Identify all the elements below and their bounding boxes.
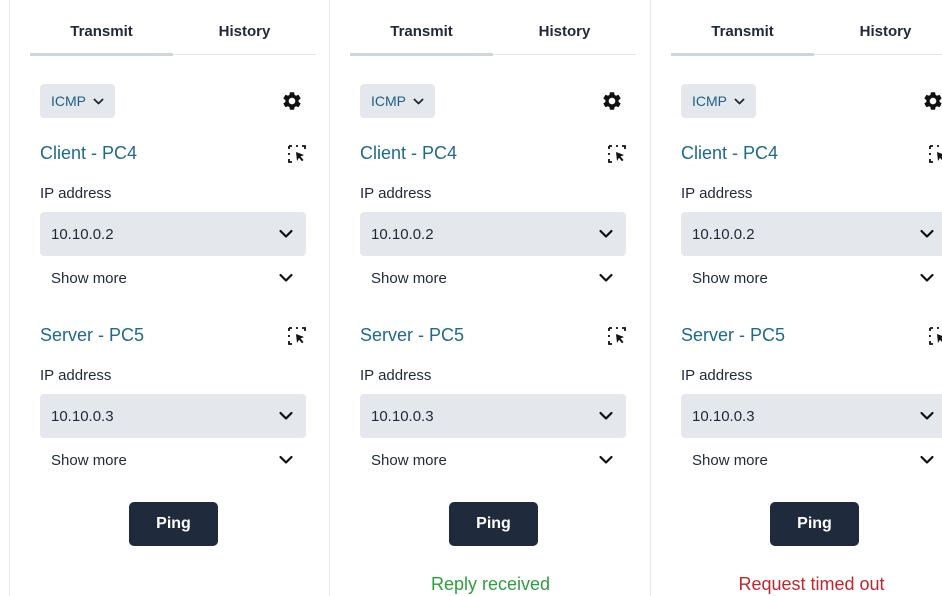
show-more-label: Show more	[371, 269, 447, 287]
show-more-label: Show more	[51, 269, 127, 287]
transmit-panel-1: Transmit History ICMP Client - PC4 IP ad…	[9, 0, 330, 596]
client-ip-value: 10.10.0.2	[51, 225, 114, 243]
ping-status: Request timed out	[738, 574, 885, 594]
tab-bar: Transmit History	[30, 14, 316, 56]
client-show-more[interactable]: Show more	[360, 262, 626, 294]
protocol-label: ICMP	[692, 93, 727, 109]
chevron-down-icon	[279, 273, 293, 282]
chevron-down-icon	[413, 98, 424, 104]
client-ip-label: IP address	[40, 185, 112, 202]
server-show-more[interactable]: Show more	[681, 444, 942, 476]
ping-button[interactable]: Ping	[449, 502, 538, 546]
show-more-label: Show more	[51, 451, 127, 469]
ping-status: Reply received	[430, 574, 551, 594]
protocol-dropdown[interactable]: ICMP	[681, 84, 756, 118]
server-title: Server - PC5	[40, 325, 145, 345]
server-ip-label: IP address	[40, 367, 112, 384]
server-show-more[interactable]: Show more	[40, 444, 306, 476]
client-title: Client - PC4	[681, 143, 779, 163]
protocol-dropdown[interactable]: ICMP	[360, 84, 435, 118]
chevron-down-icon	[599, 273, 613, 282]
show-more-label: Show more	[692, 269, 768, 287]
chevron-down-icon	[920, 273, 934, 282]
client-ip-label: IP address	[681, 185, 753, 202]
select-target-icon[interactable]	[287, 144, 307, 164]
transmit-panel-2: Transmit History ICMP Client - PC4 IP ad…	[330, 0, 651, 596]
tab-history[interactable]: History	[493, 14, 636, 54]
ping-button[interactable]: Ping	[770, 502, 859, 546]
chevron-down-icon	[279, 455, 293, 464]
gear-icon[interactable]	[601, 90, 623, 112]
select-target-icon[interactable]	[928, 326, 942, 346]
client-ip-select[interactable]: 10.10.0.2	[40, 212, 306, 256]
client-ip-select[interactable]: 10.10.0.2	[360, 212, 626, 256]
protocol-label: ICMP	[51, 93, 86, 109]
chevron-down-icon	[599, 411, 613, 420]
server-ip-label: IP address	[681, 367, 753, 384]
server-ip-label: IP address	[360, 367, 432, 384]
chevron-down-icon	[279, 229, 293, 238]
show-more-label: Show more	[371, 451, 447, 469]
select-target-icon[interactable]	[607, 326, 627, 346]
transmit-panel-3: Transmit History ICMP Client - PC4 IP ad…	[651, 0, 942, 596]
chevron-down-icon	[920, 229, 934, 238]
chevron-down-icon	[279, 411, 293, 420]
select-target-icon[interactable]	[287, 326, 307, 346]
chevron-down-icon	[599, 229, 613, 238]
server-ip-value: 10.10.0.3	[371, 407, 434, 425]
chevron-down-icon	[93, 98, 104, 104]
chevron-down-icon	[734, 98, 745, 104]
tab-history[interactable]: History	[173, 14, 316, 54]
gear-icon[interactable]	[281, 90, 303, 112]
protocol-label: ICMP	[371, 93, 406, 109]
tab-history[interactable]: History	[814, 14, 942, 54]
ping-panels: Transmit History ICMP Client - PC4 IP ad…	[0, 0, 942, 596]
client-ip-value: 10.10.0.2	[692, 225, 755, 243]
client-ip-select[interactable]: 10.10.0.2	[681, 212, 942, 256]
ping-button[interactable]: Ping	[129, 502, 218, 546]
client-ip-value: 10.10.0.2	[371, 225, 434, 243]
show-more-label: Show more	[692, 451, 768, 469]
chevron-down-icon	[920, 411, 934, 420]
server-title: Server - PC5	[681, 325, 786, 345]
tab-bar: Transmit History	[671, 14, 942, 56]
tab-transmit[interactable]: Transmit	[30, 14, 173, 56]
client-show-more[interactable]: Show more	[681, 262, 942, 294]
server-show-more[interactable]: Show more	[360, 444, 626, 476]
select-target-icon[interactable]	[607, 144, 627, 164]
tab-transmit[interactable]: Transmit	[350, 14, 493, 56]
server-ip-value: 10.10.0.3	[51, 407, 114, 425]
server-ip-select[interactable]: 10.10.0.3	[681, 394, 942, 438]
server-ip-value: 10.10.0.3	[692, 407, 755, 425]
client-title: Client - PC4	[40, 143, 138, 163]
server-title: Server - PC5	[360, 325, 465, 345]
protocol-dropdown[interactable]: ICMP	[40, 84, 115, 118]
select-target-icon[interactable]	[928, 144, 942, 164]
client-title: Client - PC4	[360, 143, 458, 163]
server-ip-select[interactable]: 10.10.0.3	[40, 394, 306, 438]
chevron-down-icon	[599, 455, 613, 464]
tab-transmit[interactable]: Transmit	[671, 14, 814, 56]
client-show-more[interactable]: Show more	[40, 262, 306, 294]
client-ip-label: IP address	[360, 185, 432, 202]
tab-bar: Transmit History	[350, 14, 636, 56]
chevron-down-icon	[920, 455, 934, 464]
server-ip-select[interactable]: 10.10.0.3	[360, 394, 626, 438]
gear-icon[interactable]	[922, 90, 942, 112]
